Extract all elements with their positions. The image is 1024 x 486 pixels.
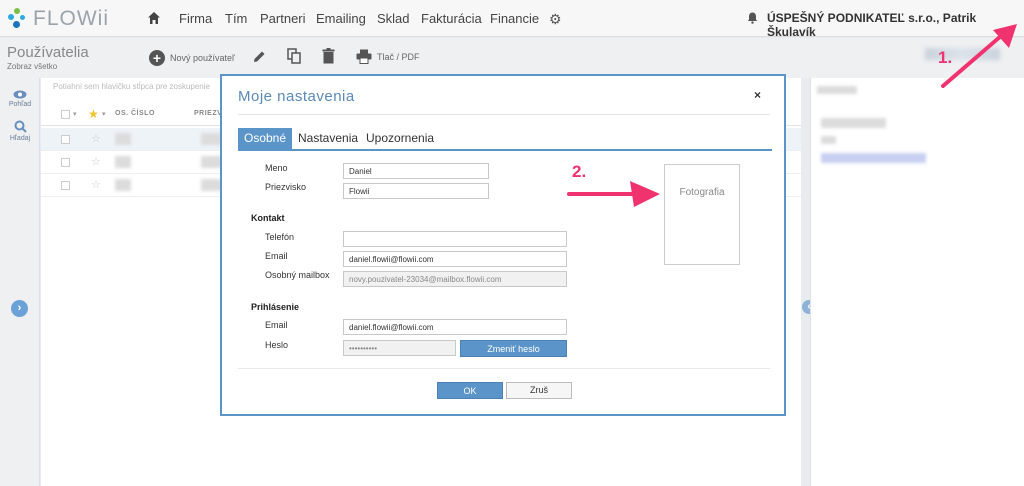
group-hint: Potiahni sem hlavičku stĺpca pre zoskupe… bbox=[53, 82, 210, 91]
first-name-label: Meno bbox=[265, 163, 288, 173]
nav-emailing[interactable]: Emailing bbox=[316, 11, 366, 26]
left-sidebar: Pohľad Hľadaj › bbox=[0, 78, 40, 486]
nav-financie[interactable]: Financie bbox=[490, 11, 539, 26]
password-field[interactable] bbox=[343, 340, 456, 356]
login-email-field[interactable] bbox=[343, 319, 567, 335]
search-icon bbox=[14, 120, 27, 133]
bell-icon[interactable] bbox=[747, 12, 758, 24]
star-outline-icon[interactable]: ☆ bbox=[91, 132, 101, 145]
phone-field[interactable] bbox=[343, 231, 567, 247]
settings-dialog: Moje nastavenia × Osobné Nastavenia Upoz… bbox=[220, 74, 786, 416]
row-checkbox[interactable] bbox=[61, 181, 70, 190]
ok-button[interactable]: OK bbox=[437, 382, 503, 399]
new-user-button[interactable]: + Nový používateľ bbox=[149, 50, 235, 66]
nav-partneri[interactable]: Partneri bbox=[260, 11, 306, 26]
star-icon[interactable]: ★ bbox=[88, 107, 99, 121]
blurred-cell bbox=[115, 156, 131, 168]
sidebar-search-label: Hľadaj bbox=[9, 135, 31, 142]
toolbar: Používatelia Zobraz všetko + Nový použív… bbox=[0, 38, 1024, 78]
tab-personal[interactable]: Osobné bbox=[238, 128, 293, 149]
cancel-button[interactable]: Zruš bbox=[506, 382, 572, 399]
mailbox-label: Osobný mailbox bbox=[265, 270, 330, 280]
flowii-logo-icon bbox=[6, 8, 28, 30]
annotation-arrow-1 bbox=[941, 24, 1017, 88]
tab-notifications[interactable]: Upozornenia bbox=[360, 128, 440, 149]
sidebar-item-search[interactable]: Hľadaj bbox=[0, 120, 40, 142]
surname-field[interactable] bbox=[343, 183, 489, 199]
login-email-label: Email bbox=[265, 320, 288, 330]
page-title: Používatelia bbox=[7, 44, 89, 61]
phone-label: Telefón bbox=[265, 232, 295, 242]
email-label: Email bbox=[265, 251, 288, 261]
login-section-title: Prihlásenie bbox=[251, 302, 300, 312]
gear-icon[interactable]: ⚙ bbox=[549, 11, 562, 28]
star-outline-icon[interactable]: ☆ bbox=[91, 155, 101, 168]
annotation-arrow-2 bbox=[567, 181, 660, 207]
divider bbox=[238, 114, 770, 115]
home-icon[interactable] bbox=[147, 11, 161, 25]
flowii-logo[interactable]: FLOWii bbox=[6, 6, 109, 32]
first-name-field[interactable] bbox=[343, 163, 489, 179]
delete-icon[interactable] bbox=[322, 48, 335, 64]
password-label: Heslo bbox=[265, 340, 289, 350]
view-filter[interactable]: Zobraz všetko bbox=[7, 62, 57, 71]
printer-icon bbox=[356, 49, 372, 64]
contact-section-title: Kontakt bbox=[251, 213, 285, 223]
tab-settings[interactable]: Nastavenia bbox=[292, 128, 364, 149]
dialog-title: Moje nastavenia bbox=[238, 88, 355, 105]
sidebar-view-label: Pohľad bbox=[8, 101, 32, 108]
select-all-checkbox[interactable] bbox=[61, 110, 70, 119]
mailbox-field bbox=[343, 271, 567, 287]
plus-icon: + bbox=[149, 50, 165, 66]
surname-label: Priezvisko bbox=[265, 182, 307, 192]
print-label: Tlač / PDF bbox=[377, 51, 420, 62]
blurred-cell bbox=[817, 86, 857, 94]
blurred-cell bbox=[821, 118, 886, 128]
nav-sklad[interactable]: Sklad bbox=[377, 11, 410, 26]
detail-panel bbox=[810, 78, 1024, 486]
nav-firma[interactable]: Firma bbox=[179, 11, 212, 26]
eye-icon bbox=[13, 90, 27, 99]
row-checkbox[interactable] bbox=[61, 158, 70, 167]
chevron-down-icon[interactable]: ▾ bbox=[73, 110, 77, 118]
blurred-cell bbox=[821, 136, 836, 144]
close-icon[interactable]: × bbox=[754, 88, 761, 102]
blurred-link bbox=[821, 153, 926, 163]
copy-icon[interactable] bbox=[287, 48, 301, 64]
blurred-cell bbox=[115, 133, 131, 145]
tab-underline bbox=[238, 149, 772, 151]
print-button[interactable]: Tlač / PDF bbox=[356, 49, 420, 64]
sidebar-item-view[interactable]: Pohľad bbox=[0, 90, 40, 108]
personal-form: Meno Priezvisko Kontakt Telefón Email Os… bbox=[238, 155, 770, 369]
expand-sidebar-icon[interactable]: › bbox=[11, 300, 28, 317]
column-header-surname[interactable]: PRIEZV bbox=[194, 110, 222, 117]
change-password-button[interactable]: Zmeniť heslo bbox=[460, 340, 567, 357]
row-checkbox[interactable] bbox=[61, 135, 70, 144]
photo-label: Fotografia bbox=[679, 187, 725, 198]
column-header-number[interactable]: OS. ČÍSLO bbox=[115, 110, 155, 117]
photo-upload[interactable]: Fotografia bbox=[664, 164, 740, 265]
star-outline-icon[interactable]: ☆ bbox=[91, 178, 101, 191]
nav-tim[interactable]: Tím bbox=[225, 11, 247, 26]
email-field[interactable] bbox=[343, 251, 567, 267]
blurred-cell bbox=[115, 179, 131, 191]
chevron-down-icon[interactable]: ▾ bbox=[102, 110, 106, 118]
edit-icon[interactable] bbox=[252, 49, 267, 64]
brand-name: FLOWii bbox=[33, 7, 109, 30]
nav-fakturacia[interactable]: Fakturácia bbox=[421, 11, 482, 26]
top-nav: FLOWii Firma Tím Partneri Emailing Sklad… bbox=[0, 0, 1024, 39]
new-user-label: Nový používateľ bbox=[170, 53, 235, 63]
